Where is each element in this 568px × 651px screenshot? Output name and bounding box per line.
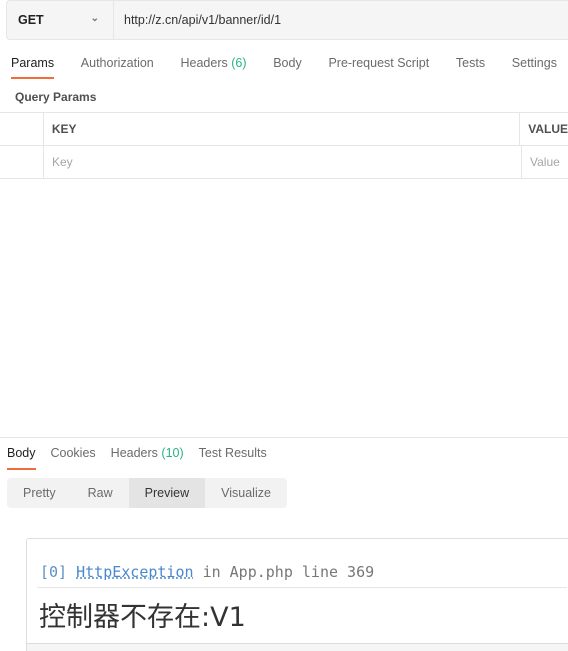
exception-heading: [0] HttpException in App.php line 369 xyxy=(40,563,375,581)
tab-response-headers[interactable]: Headers (10) xyxy=(111,446,184,470)
params-table: KEY VALUE Key Value xyxy=(0,112,568,179)
tab-test-results[interactable]: Test Results xyxy=(199,446,267,470)
mode-raw[interactable]: Raw xyxy=(72,478,129,508)
error-message: 控制器不存在:V1 xyxy=(39,602,246,633)
divider xyxy=(37,587,567,588)
chevron-down-icon: ⌄ xyxy=(90,13,99,24)
key-header: KEY xyxy=(44,113,521,145)
pane-divider[interactable] xyxy=(0,437,568,438)
response-preview: [0] HttpException in App.php line 369 控制… xyxy=(26,538,568,651)
view-mode-selector: Pretty Raw Preview Visualize xyxy=(7,478,287,508)
response-tabs: Body Cookies Headers (10) Test Results xyxy=(7,446,267,470)
tab-pre-request-script[interactable]: Pre-request Script xyxy=(328,56,429,80)
mode-pretty[interactable]: Pretty xyxy=(7,478,72,508)
method-select[interactable]: GET ⌄ xyxy=(7,1,114,39)
key-input[interactable]: Key xyxy=(44,146,522,178)
tab-headers[interactable]: Headers (6) xyxy=(180,56,246,80)
request-tabs: Params Authorization Headers (6) Body Pr… xyxy=(11,56,557,80)
preview-footer xyxy=(27,643,568,651)
mode-visualize[interactable]: Visualize xyxy=(205,478,287,508)
exception-link[interactable]: HttpException xyxy=(76,563,193,581)
tab-authorization[interactable]: Authorization xyxy=(81,56,154,80)
tab-body[interactable]: Body xyxy=(273,56,302,80)
url-input[interactable]: http://z.cn/api/v1/banner/id/1 xyxy=(114,1,281,39)
tab-tests[interactable]: Tests xyxy=(456,56,485,80)
tab-params[interactable]: Params xyxy=(11,56,55,80)
tab-settings[interactable]: Settings xyxy=(512,56,557,80)
mode-preview[interactable]: Preview xyxy=(128,478,206,508)
tab-cookies[interactable]: Cookies xyxy=(51,446,96,470)
table-row: Key Value xyxy=(0,146,568,179)
value-header: VALUE xyxy=(528,122,568,136)
query-params-title: Query Params xyxy=(15,90,97,104)
tab-response-body[interactable]: Body xyxy=(7,446,36,470)
url-bar: GET ⌄ http://z.cn/api/v1/banner/id/1 xyxy=(6,0,568,40)
value-input[interactable]: Value xyxy=(522,146,568,178)
table-header: KEY VALUE xyxy=(0,113,568,146)
